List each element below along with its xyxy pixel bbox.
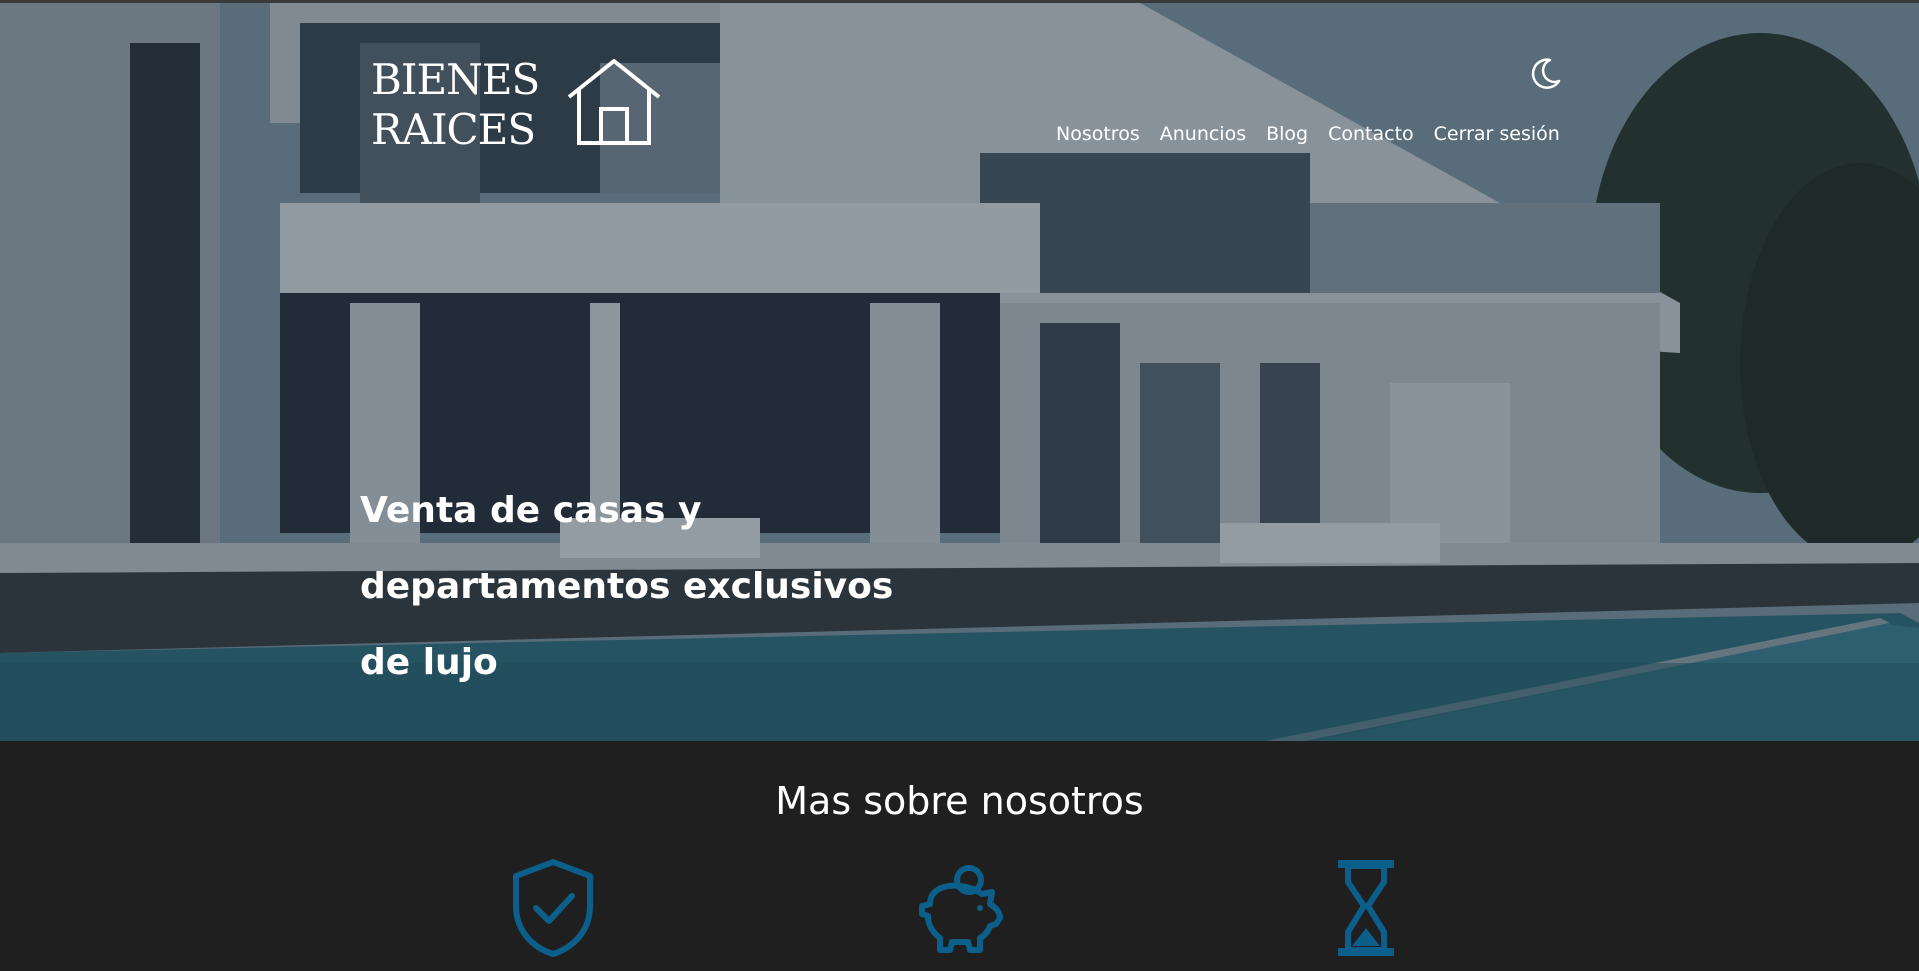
moon-icon[interactable] (1530, 57, 1562, 91)
nav-link-nosotros[interactable]: Nosotros (1056, 123, 1140, 145)
house-outline-icon (568, 59, 661, 145)
brand-name: BIENES RAICES (371, 55, 540, 155)
hero-section: BIENES RAICES Nosotros Anuncios Blog Con… (0, 0, 1919, 741)
about-title: Mas sobre nosotros (775, 779, 1144, 823)
nav-link-anuncios[interactable]: Anuncios (1160, 123, 1246, 145)
brand-line-2: RAICES (371, 105, 536, 154)
brand-line-1: BIENES (371, 55, 540, 104)
brand-logo[interactable]: BIENES RAICES (371, 55, 663, 155)
piggy-bank-icon (919, 865, 1003, 953)
hero-headline: Venta de casas y departamentos exclusivo… (360, 490, 894, 683)
hourglass-icon (1338, 860, 1394, 956)
shield-check-icon (513, 859, 593, 957)
nav-link-blog[interactable]: Blog (1266, 123, 1308, 145)
hero-overlay (0, 3, 1919, 741)
main-navigation: Nosotros Anuncios Blog Contacto Cerrar s… (1056, 123, 1560, 145)
nav-link-contacto[interactable]: Contacto (1328, 123, 1414, 145)
nav-link-cerrar-sesion[interactable]: Cerrar sesión (1434, 123, 1560, 145)
about-section: Mas sobre nosotros (0, 741, 1919, 971)
